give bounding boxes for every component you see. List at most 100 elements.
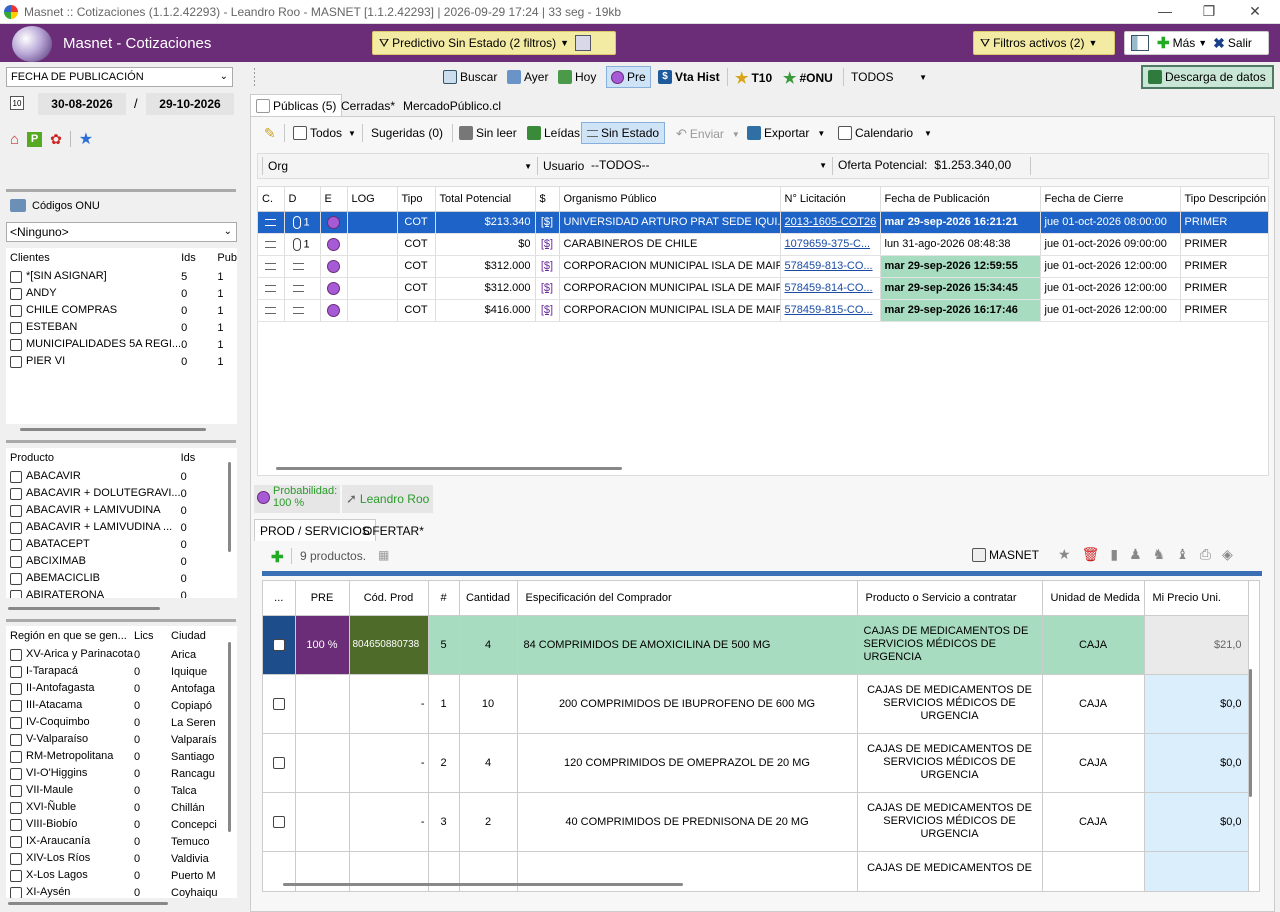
product-checkbox[interactable]	[10, 538, 22, 551]
export-dropdown[interactable]: Exportar ▼	[747, 126, 825, 140]
client-row[interactable]: CHILE COMPRAS 0 1	[6, 302, 237, 319]
pre-button[interactable]: Pre	[606, 66, 651, 88]
region-row[interactable]: XV-Arica y Parinacota 0 Arica	[6, 646, 237, 663]
clients-scrollbar[interactable]	[20, 428, 206, 431]
product-row[interactable]: ABACAVIR + LAMIVUDINA 0	[6, 502, 226, 519]
masnet-button[interactable]: MASNET	[972, 548, 1039, 562]
region-checkbox[interactable]	[10, 801, 22, 814]
star-icon[interactable]: ★	[79, 129, 93, 149]
prod-header-2[interactable]: Cód. Prod	[349, 581, 429, 616]
grid-header-7[interactable]: Organismo Público	[559, 187, 781, 212]
tab-prod-servicios[interactable]: PROD / SERVICIOS	[254, 519, 376, 541]
product-row[interactable]: ABEMACICLIB 0	[6, 570, 226, 587]
regions-scrollbar[interactable]	[228, 642, 231, 832]
region-row[interactable]: X-Los Lagos 0 Puerto M	[6, 867, 237, 884]
region-checkbox[interactable]	[10, 784, 22, 797]
grid-header-9[interactable]: Fecha de Publicación	[880, 187, 1041, 212]
prod-header-3[interactable]: #	[428, 581, 460, 616]
all-dropdown[interactable]: Todos ▼	[293, 126, 356, 140]
product-row[interactable]: ABACAVIR 0	[6, 468, 226, 485]
grid-header-5[interactable]: Total Potencial	[435, 187, 536, 212]
product-checkbox[interactable]	[10, 555, 22, 568]
product-checkbox[interactable]	[10, 487, 22, 500]
product-row[interactable]: ABATACEPT 0	[6, 536, 226, 553]
yesterday-button[interactable]: Ayer	[507, 70, 548, 84]
prod-header-4[interactable]: Cantidad	[459, 581, 518, 616]
regions-hscrollbar[interactable]	[8, 902, 168, 905]
client-checkbox[interactable]	[10, 338, 22, 351]
suggested-button[interactable]: Sugeridas (0)	[371, 126, 443, 140]
client-row[interactable]: *[SIN ASIGNAR] 5 1	[6, 268, 237, 285]
info-icon[interactable]: ▮	[1110, 546, 1118, 563]
send-button[interactable]: ↶ Enviar ▼	[676, 126, 740, 142]
star-icon[interactable]: ★	[1058, 546, 1071, 563]
todos-dropdown[interactable]: TODOS ▼	[851, 70, 927, 84]
product-row[interactable]: ABACAVIR + LAMIVUDINA ... 0	[6, 519, 226, 536]
region-checkbox[interactable]	[10, 886, 22, 898]
parking-icon[interactable]: P	[27, 131, 43, 147]
grid-icon[interactable]: ▦	[378, 548, 389, 562]
money-link[interactable]: [$]	[541, 216, 553, 228]
products-scrollbar[interactable]	[228, 462, 231, 552]
client-row[interactable]: MUNICIPALIDADES 5A REGI... 0 1	[6, 336, 237, 353]
region-checkbox[interactable]	[10, 716, 22, 729]
products-vscrollbar[interactable]	[1249, 669, 1252, 797]
grid-header-8[interactable]: N° Licitación	[780, 187, 881, 212]
product-checkbox[interactable]	[10, 572, 22, 585]
region-row[interactable]: III-Atacama 0 Copiapó	[6, 697, 237, 714]
region-row[interactable]: V-Valparaíso 0 Valparaís	[6, 731, 237, 748]
search-button[interactable]: Buscar	[443, 70, 497, 84]
usuario-select[interactable]: --TODOS-- ▼	[591, 158, 827, 172]
prod-header-8[interactable]: Mi Precio Uni.	[1144, 581, 1249, 616]
product-ids-header[interactable]: Ids	[181, 448, 226, 468]
date-from-input[interactable]: 30-08-2026	[38, 93, 126, 115]
award-icon[interactable]: ✿	[50, 131, 62, 148]
product-checkbox[interactable]	[10, 470, 22, 483]
save-icon[interactable]	[575, 35, 592, 51]
read-button[interactable]: Leídas	[527, 126, 580, 140]
client-row[interactable]: ESTEBAN 0 1	[6, 319, 237, 336]
region-row[interactable]: IV-Coquimbo 0 La Seren	[6, 714, 237, 731]
delete-icon[interactable]: 🗑	[1082, 546, 1100, 563]
region-checkbox[interactable]	[10, 682, 22, 695]
onu-select[interactable]: <Ninguno> ⌄	[6, 222, 237, 242]
grid-header-6[interactable]: $	[535, 187, 560, 212]
product-header[interactable]: Producto	[6, 448, 181, 468]
region-row[interactable]: I-Tarapacá 0 Iquique	[6, 663, 237, 680]
products-hscrollbar[interactable]	[8, 607, 160, 610]
tag-icon[interactable]: ◈	[1222, 546, 1233, 563]
region-checkbox[interactable]	[10, 699, 22, 712]
licitacion-link[interactable]: 578459-813-CO...	[785, 260, 873, 272]
user-share-icon[interactable]: ♝	[1176, 546, 1189, 563]
prod-price[interactable]: $0,0	[1144, 733, 1249, 793]
grid-row[interactable]: COT $312.000 [$] CORPORACION MUNICIPAL ISLA…	[258, 255, 1268, 278]
tab-mercadopublico[interactable]: MercadoPúblico.cl	[403, 99, 501, 113]
prod-checkbox[interactable]	[272, 756, 285, 769]
region-row[interactable]: II-Antofagasta 0 Antofaga	[6, 680, 237, 697]
grid-header-2[interactable]: E	[320, 187, 348, 212]
prod-price[interactable]	[1144, 851, 1249, 891]
region-checkbox[interactable]	[10, 648, 22, 661]
region-row[interactable]: VII-Maule 0 Talca	[6, 782, 237, 799]
user-edit-icon[interactable]: ♞	[1153, 546, 1166, 563]
region-row[interactable]: VI-O'Higgins 0 Rancagu	[6, 765, 237, 782]
exit-button[interactable]: Salir	[1228, 36, 1252, 50]
prod-checkbox[interactable]	[272, 697, 285, 710]
grid-header-11[interactable]: Tipo Descripción	[1180, 187, 1268, 212]
product-row[interactable]: ABCIXIMAB 0	[6, 553, 226, 570]
grid-row[interactable]: COT $416.000 [$] CORPORACION MUNICIPAL ISLA…	[258, 299, 1268, 322]
prod-price[interactable]: $0,0	[1144, 792, 1249, 852]
region-checkbox[interactable]	[10, 733, 22, 746]
money-link[interactable]: [$]	[541, 304, 553, 316]
region-checkbox[interactable]	[10, 852, 22, 865]
licitacion-link[interactable]: 2013-1605-COT26	[785, 216, 877, 228]
money-link[interactable]: [$]	[541, 282, 553, 294]
grid-hscrollbar[interactable]	[276, 467, 622, 470]
client-checkbox[interactable]	[10, 321, 22, 334]
grid-header-3[interactable]: LOG	[347, 187, 398, 212]
layout-toggle-icon[interactable]	[1131, 35, 1149, 51]
prod-checkbox[interactable]	[272, 815, 285, 828]
prod-header-0[interactable]: ...	[263, 581, 296, 616]
licitacion-link[interactable]: 578459-815-CO...	[785, 304, 873, 316]
region-row[interactable]: XI-Aysén 0 Coyhaiqu	[6, 884, 237, 898]
